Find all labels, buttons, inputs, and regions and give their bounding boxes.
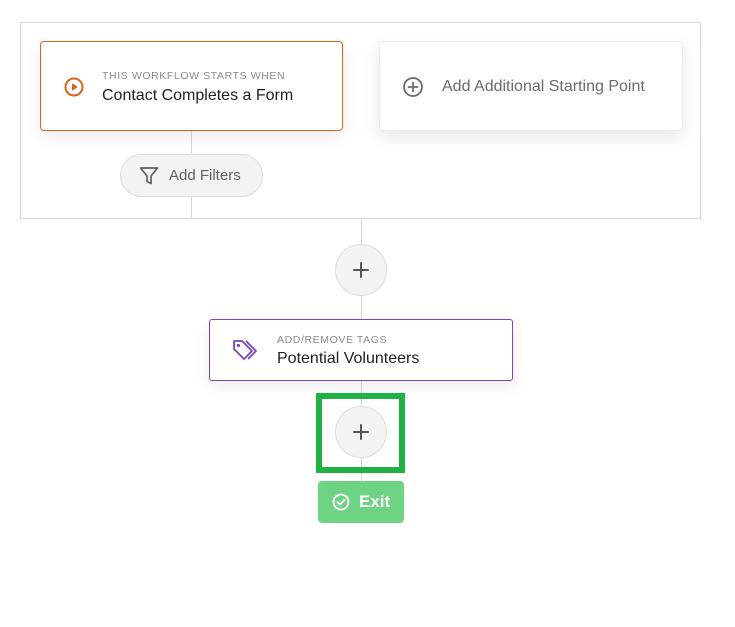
plus-icon xyxy=(352,261,370,279)
exit-label: Exit xyxy=(359,492,391,511)
trigger-kicker: THIS WORKFLOW STARTS WHEN xyxy=(102,70,286,82)
action-title: Potential Volunteers xyxy=(277,350,420,367)
connector-line xyxy=(191,131,192,154)
add-filters-button[interactable]: Add Filters xyxy=(120,154,263,197)
filter-icon xyxy=(138,165,160,187)
connector-line xyxy=(361,458,362,481)
action-card-add-remove-tags[interactable]: ADD/REMOVE TAGS Potential Volunteers xyxy=(209,319,513,381)
connector-line xyxy=(191,197,192,219)
add-step-button[interactable] xyxy=(335,406,387,458)
workflow-canvas: THIS WORKFLOW STARTS WHEN Contact Comple… xyxy=(0,0,735,627)
play-circle-icon xyxy=(63,76,85,98)
connector-line xyxy=(361,296,362,319)
add-starting-point-label: Add Additional Starting Point xyxy=(442,78,645,95)
exit-button[interactable]: Exit xyxy=(318,481,404,523)
trigger-title: Contact Completes a Form xyxy=(102,87,294,104)
add-starting-point-button[interactable]: Add Additional Starting Point xyxy=(379,41,683,131)
action-kicker: ADD/REMOVE TAGS xyxy=(277,334,388,346)
add-filters-label: Add Filters xyxy=(169,167,241,184)
plus-icon xyxy=(352,423,370,441)
plus-circle-icon xyxy=(402,76,424,98)
trigger-card[interactable]: THIS WORKFLOW STARTS WHEN Contact Comple… xyxy=(40,41,343,131)
connector-line xyxy=(361,219,362,244)
connector-line xyxy=(361,381,362,406)
add-step-button[interactable] xyxy=(335,244,387,296)
tag-icon xyxy=(232,338,260,364)
check-circle-icon xyxy=(332,493,350,511)
